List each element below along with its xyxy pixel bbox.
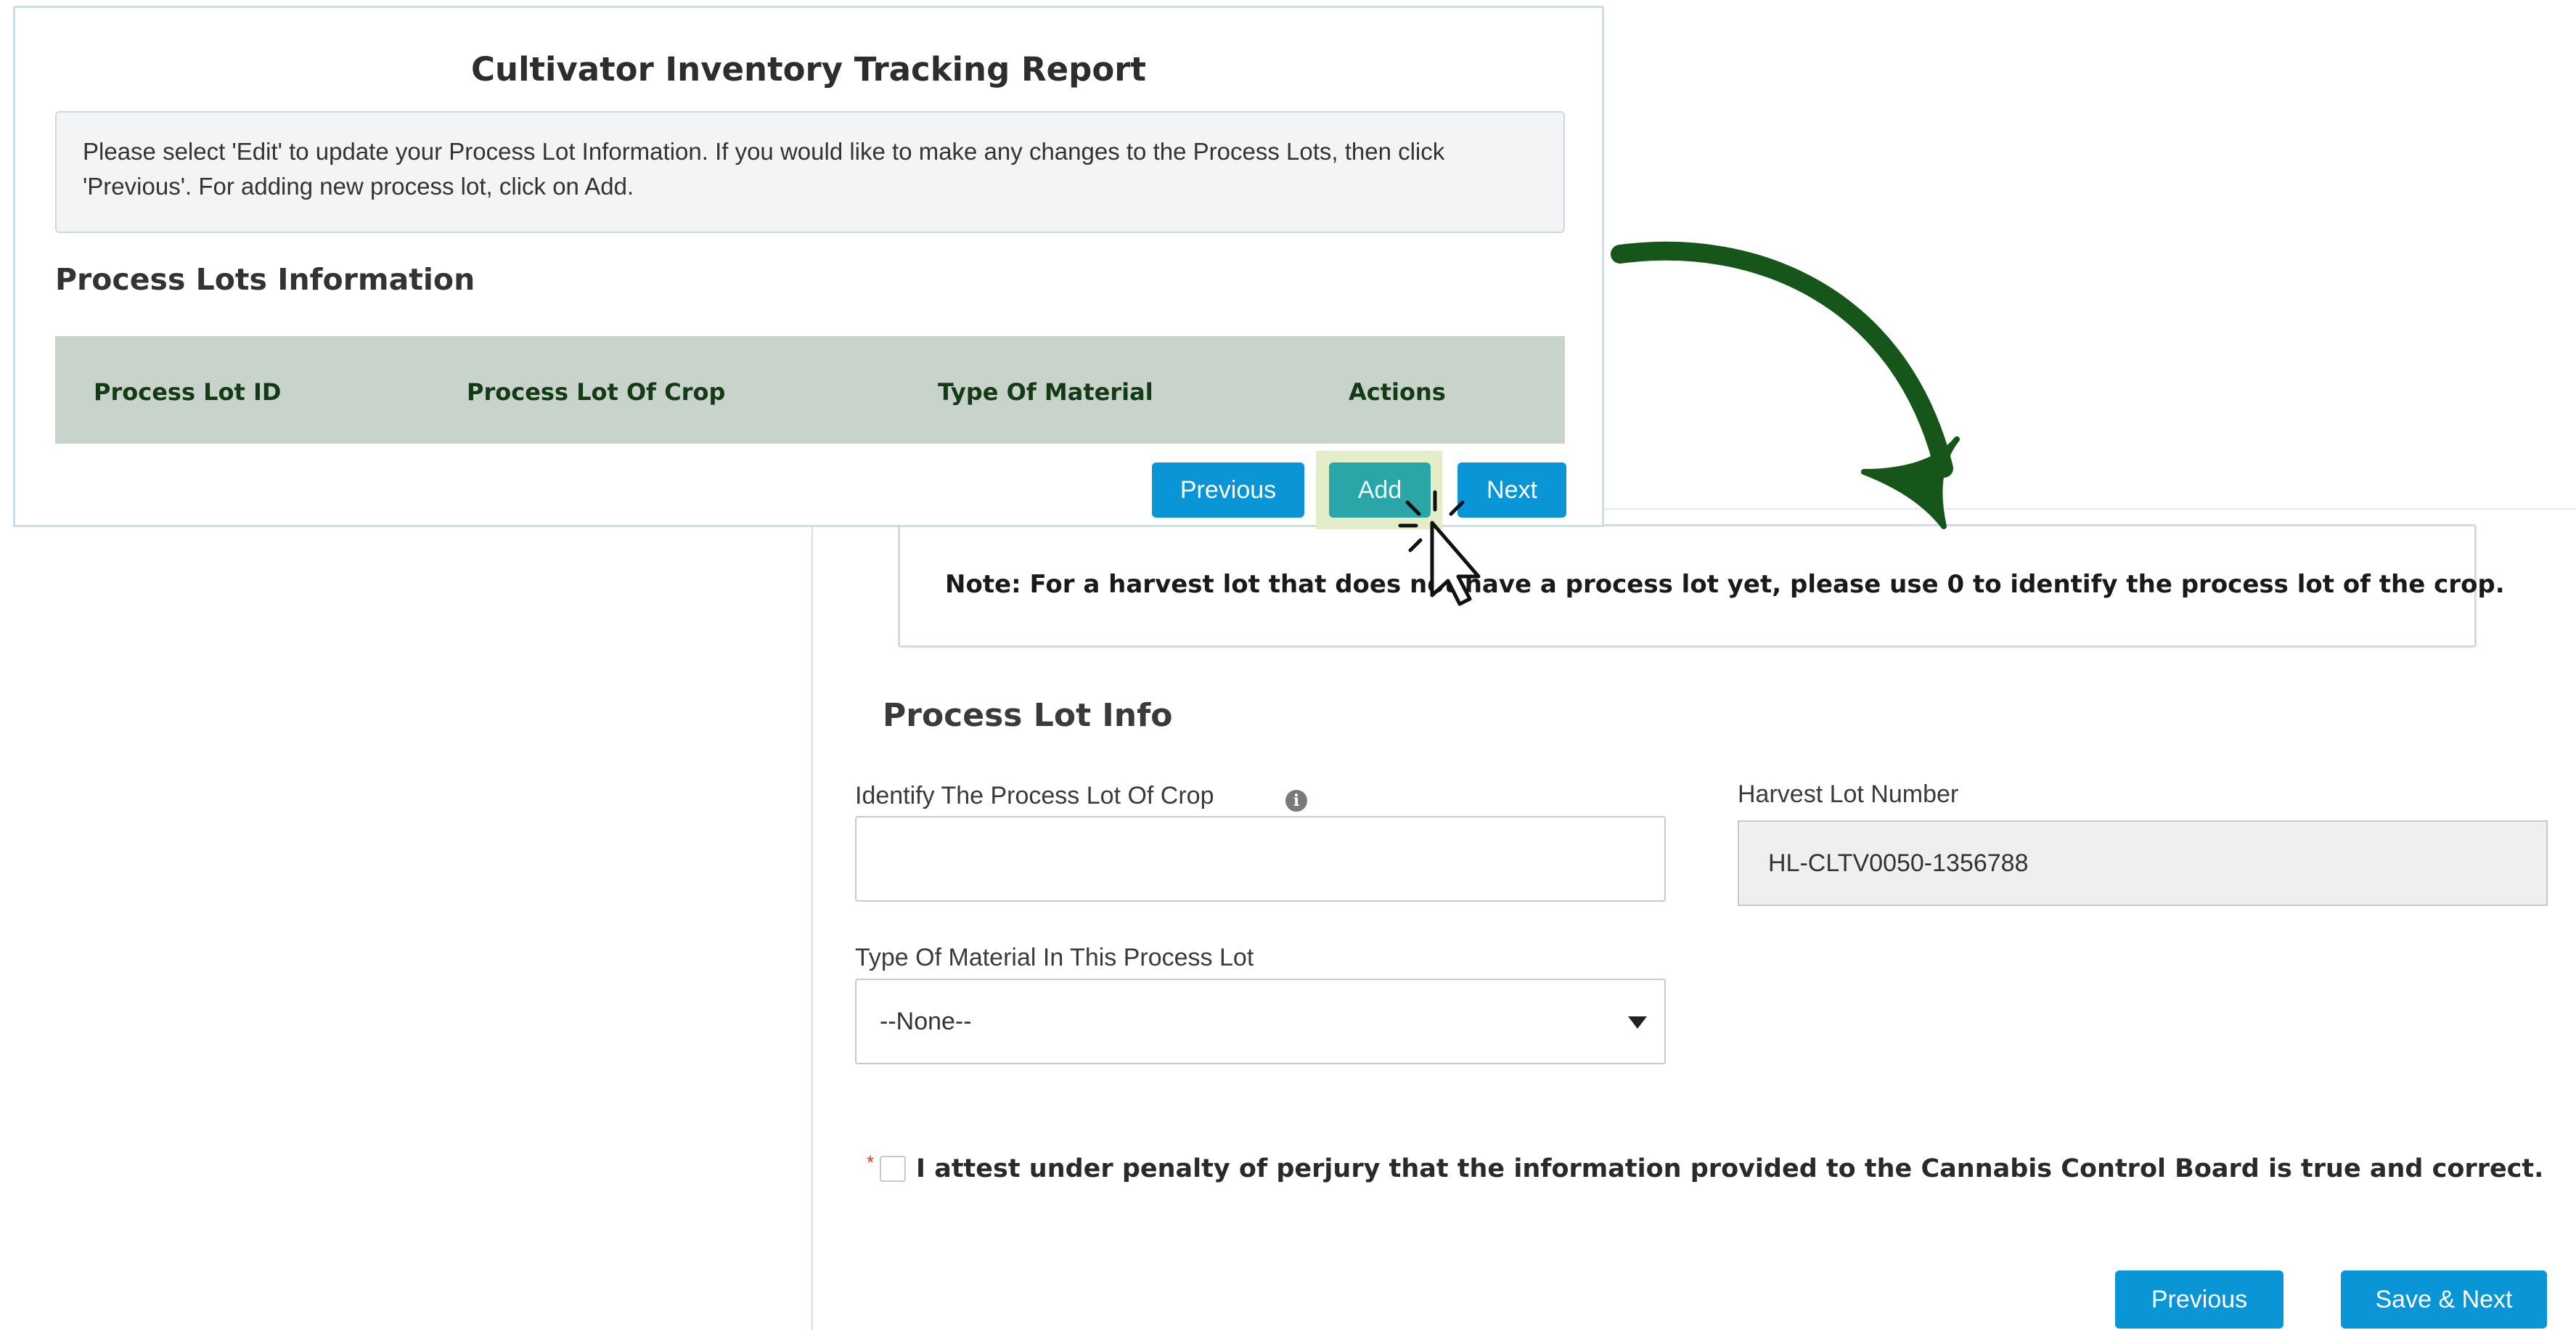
form-previous-button[interactable]: Previous (2115, 1270, 2283, 1329)
report-panel: Cultivator Inventory Tracking Report Ple… (13, 6, 1604, 529)
report-previous-button[interactable]: Previous (1152, 462, 1304, 518)
chevron-down-icon (1628, 1016, 1647, 1029)
save-next-button[interactable]: Save & Next (2341, 1270, 2547, 1329)
harvest-lot-label: Harvest Lot Number (1738, 780, 1959, 808)
curved-arrow-icon (1611, 241, 1960, 529)
crop-label: Identify The Process Lot Of Crop (855, 782, 1214, 809)
info-icon[interactable]: i (1285, 790, 1307, 812)
column-header-type-of-material: Type Of Material (938, 378, 1153, 406)
attest-checkbox[interactable] (880, 1156, 906, 1182)
crop-process-lot-input[interactable] (855, 816, 1666, 902)
required-marker: * (867, 1151, 875, 1173)
material-select[interactable]: --None-- (855, 979, 1666, 1064)
process-lots-title: Process Lots Information (55, 262, 475, 297)
report-title: Cultivator Inventory Tracking Report (471, 50, 1146, 89)
column-header-process-lot-id: Process Lot ID (94, 378, 282, 406)
note-text: Note: For a harvest lot that does not ha… (945, 570, 2505, 599)
column-header-actions: Actions (1349, 378, 1446, 406)
harvest-lot-field: HL-CLTV0050-1356788 (1738, 820, 2548, 906)
process-lots-table-header: Process Lot ID Process Lot Of Crop Type … (55, 336, 1565, 444)
process-lot-info-title: Process Lot Info (883, 697, 1173, 734)
material-select-value: --None-- (880, 1008, 972, 1035)
attest-text: I attest under penalty of perjury that t… (916, 1154, 2544, 1183)
instructions-box: Please select 'Edit' to update your Proc… (55, 111, 1565, 233)
column-header-process-lot-of-crop: Process Lot Of Crop (467, 378, 726, 406)
material-label: Type Of Material In This Process Lot (855, 944, 1254, 971)
mouse-cursor-icon (1398, 490, 1481, 606)
